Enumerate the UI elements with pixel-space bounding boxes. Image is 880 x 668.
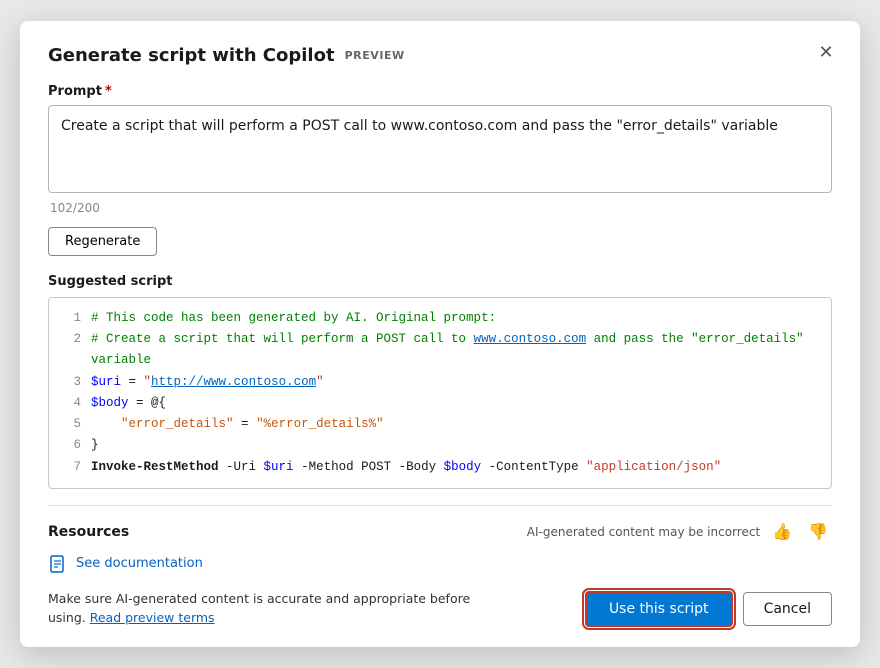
ai-notice: AI-generated content may be incorrect 👍 … bbox=[527, 520, 832, 544]
thumbup-icon: 👍 bbox=[772, 524, 792, 541]
code-line-6: 6 } bbox=[63, 435, 817, 456]
regenerate-button[interactable]: Regenerate bbox=[48, 227, 157, 256]
read-preview-terms-link[interactable]: Read preview terms bbox=[90, 610, 215, 625]
code-line-2: 2 # Create a script that will perform a … bbox=[63, 329, 817, 372]
generate-script-dialog: Generate script with Copilot PREVIEW ✕ P… bbox=[20, 21, 860, 648]
code-line-1: 1 # This code has been generated by AI. … bbox=[63, 308, 817, 329]
use-this-script-button[interactable]: Use this script bbox=[585, 591, 733, 627]
thumbdown-button[interactable]: 👎 bbox=[804, 520, 832, 544]
code-line-5: 5 "error_details" = "%error_details%" bbox=[63, 414, 817, 435]
thumbup-button[interactable]: 👍 bbox=[768, 520, 796, 544]
suggested-script-label: Suggested script bbox=[48, 274, 832, 289]
resources-title: Resources bbox=[48, 524, 129, 540]
preview-badge: PREVIEW bbox=[345, 49, 405, 62]
char-count: 102/200 bbox=[48, 201, 832, 215]
required-marker: * bbox=[105, 84, 112, 99]
cancel-button[interactable]: Cancel bbox=[743, 592, 832, 626]
see-documentation-link[interactable]: See documentation bbox=[48, 554, 832, 574]
code-line-3: 3 $uri = "http://www.contoso.com" bbox=[63, 372, 817, 393]
document-icon bbox=[48, 554, 68, 574]
contoso-link-line2[interactable]: www.contoso.com bbox=[474, 332, 587, 346]
thumbdown-icon: 👎 bbox=[808, 524, 828, 541]
code-line-7: 7 Invoke-RestMethod -Uri $uri -Method PO… bbox=[63, 457, 817, 478]
code-box: 1 # This code has been generated by AI. … bbox=[48, 297, 832, 489]
dialog-footer: Make sure AI-generated content is accura… bbox=[48, 590, 832, 628]
contoso-link-line3[interactable]: http://www.contoso.com bbox=[151, 375, 316, 389]
resources-section: Resources AI-generated content may be in… bbox=[48, 505, 832, 574]
footer-text: Make sure AI-generated content is accura… bbox=[48, 590, 508, 628]
resources-header: Resources AI-generated content may be in… bbox=[48, 520, 832, 544]
dialog-header: Generate script with Copilot PREVIEW bbox=[48, 45, 832, 66]
dialog-title: Generate script with Copilot bbox=[48, 45, 335, 66]
prompt-input[interactable]: Create a script that will perform a POST… bbox=[48, 105, 832, 193]
close-icon: ✕ bbox=[818, 42, 833, 63]
footer-buttons: Use this script Cancel bbox=[585, 591, 832, 627]
code-line-4: 4 $body = @{ bbox=[63, 393, 817, 414]
prompt-label: Prompt * bbox=[48, 84, 832, 99]
close-button[interactable]: ✕ bbox=[812, 39, 840, 67]
